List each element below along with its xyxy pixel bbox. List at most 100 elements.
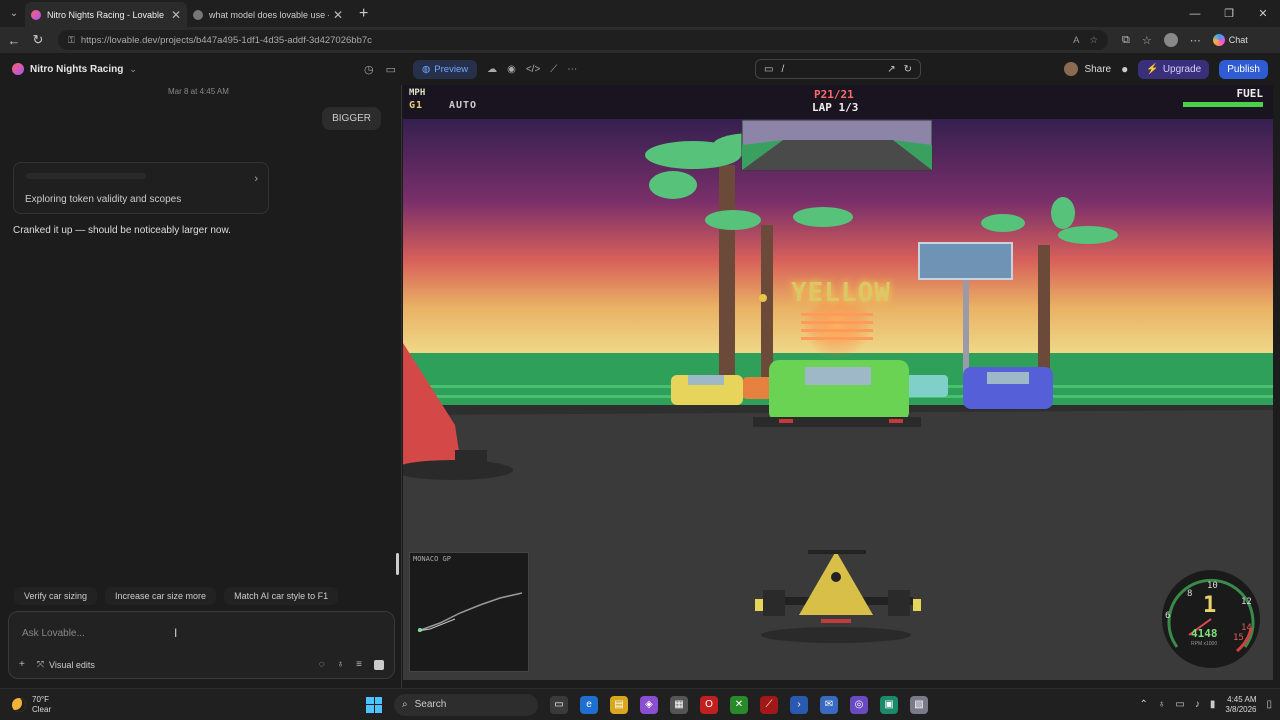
- date: 3/8/2026: [1225, 704, 1257, 714]
- fuel-bar-fill: [1183, 102, 1263, 107]
- billboard: [918, 242, 1013, 280]
- suggestion-chip[interactable]: Match AI car style to F1: [224, 587, 339, 605]
- tray-overflow-icon[interactable]: ⌃: [1139, 699, 1147, 710]
- address-bar[interactable]: ⚿ https://lovable.dev/projects/b447a495-…: [58, 30, 1108, 50]
- project-name: Nitro Nights Racing: [30, 63, 124, 75]
- xbox-icon[interactable]: ✕: [730, 695, 748, 714]
- vector-app-icon[interactable]: ⟋: [760, 695, 778, 714]
- notifications-icon[interactable]: ▯: [1266, 699, 1272, 710]
- speed-label: MPH: [409, 88, 426, 98]
- suggestion-chip[interactable]: Verify car sizing: [14, 587, 98, 605]
- system-tray: ⌃ ♁ ▭ ♪ ▮ 4:45 AM 3/8/2026 ▯: [1139, 695, 1272, 715]
- url-text: https://lovable.dev/projects/b447a495-1d…: [80, 34, 372, 46]
- extensions-icon[interactable]: ⧉: [1122, 34, 1130, 47]
- battery-icon[interactable]: ▮: [1210, 699, 1216, 710]
- weather-widget[interactable]: 70°F Clear: [12, 695, 51, 715]
- upgrade-button[interactable]: ⚡ Upgrade: [1138, 59, 1210, 79]
- device-icon[interactable]: ▭: [764, 64, 773, 75]
- cloud-icon[interactable]: ☁: [487, 64, 497, 75]
- text-cursor-icon: I: [174, 626, 178, 640]
- history-icon[interactable]: ◷: [364, 63, 374, 76]
- refresh-icon[interactable]: ↻: [26, 32, 50, 48]
- app-icon[interactable]: ◎: [850, 695, 868, 714]
- more-menu-icon[interactable]: ⋯: [1190, 34, 1201, 47]
- visual-edits-button[interactable]: ⤧ Visual edits: [37, 659, 95, 670]
- clock[interactable]: 4:45 AM 3/8/2026: [1225, 695, 1256, 715]
- chat-composer[interactable]: Ask Lovable... I + ⤧ Visual edits ◌ ♁ ≡: [8, 611, 395, 679]
- project-selector[interactable]: Nitro Nights Racing ⌄: [12, 63, 137, 75]
- chat-mode-icon[interactable]: ◌: [319, 659, 325, 670]
- stop-button[interactable]: [374, 659, 384, 670]
- track-outline: [417, 592, 523, 632]
- globe-icon: ◍: [422, 63, 431, 75]
- thinking-card[interactable]: › Exploring token validity and scopes: [13, 162, 269, 214]
- copilot-app-icon[interactable]: ◈: [640, 695, 658, 714]
- code-icon[interactable]: </>: [526, 64, 540, 75]
- preview-tab[interactable]: ◍ Preview: [413, 59, 478, 79]
- task-view-icon[interactable]: ▭: [550, 695, 568, 714]
- lightning-icon: ⚡: [1146, 63, 1159, 75]
- app-icon[interactable]: ▣: [880, 695, 898, 714]
- tab-actions-menu-icon[interactable]: ⌄: [3, 4, 25, 24]
- add-attachment-icon[interactable]: +: [19, 659, 25, 670]
- favorites-icon[interactable]: ☆: [1142, 34, 1152, 47]
- gauge-tick-label: 14: [1241, 623, 1252, 633]
- fuel-label: FUEL: [1236, 87, 1264, 100]
- gauge-tick-label: 15: [1233, 633, 1244, 643]
- suggestion-chip[interactable]: Increase car size more: [105, 587, 217, 605]
- fuel-bar: [1183, 102, 1263, 107]
- restore-icon[interactable]: ❐: [1212, 0, 1246, 27]
- edge-browser-icon[interactable]: e: [580, 695, 598, 714]
- minimize-icon[interactable]: —: [1178, 0, 1212, 27]
- start-menu-icon[interactable]: [366, 696, 382, 713]
- powershell-icon[interactable]: ›: [790, 695, 808, 714]
- route-path-box[interactable]: ▭ / ↗ ↻: [755, 59, 921, 79]
- user-avatar: [1064, 62, 1079, 76]
- chevron-right-icon: ›: [254, 173, 258, 185]
- opera-icon[interactable]: O: [700, 695, 718, 714]
- reload-preview-icon[interactable]: ↻: [904, 64, 912, 75]
- close-window-icon[interactable]: ✕: [1246, 0, 1280, 27]
- tab-title: what model does lovable use - Go: [209, 9, 329, 20]
- github-icon[interactable]: ●: [1121, 62, 1128, 76]
- close-tab-icon[interactable]: ✕: [171, 8, 181, 22]
- lovable-favicon-icon: [31, 9, 41, 20]
- close-tab-icon[interactable]: ✕: [333, 8, 343, 22]
- rpm-readout: 4148: [1191, 627, 1218, 640]
- gear-indicator: G1: [409, 100, 424, 111]
- queue-icon[interactable]: ≡: [356, 659, 362, 670]
- analytics-icon[interactable]: ⟋: [550, 64, 557, 75]
- microphone-icon[interactable]: ♁: [1158, 699, 1166, 710]
- tab-google-search[interactable]: what model does lovable use - Go ✕: [187, 2, 349, 27]
- microphone-icon[interactable]: ♁: [337, 659, 345, 670]
- back-icon[interactable]: ←: [2, 33, 26, 48]
- app-icon[interactable]: ▧: [910, 695, 928, 714]
- palette-icon[interactable]: ◉: [507, 64, 516, 75]
- volume-icon[interactable]: ♪: [1195, 699, 1200, 710]
- visual-edits-icon: ⤧: [36, 659, 45, 669]
- share-button[interactable]: Share: [1064, 62, 1111, 76]
- game-preview[interactable]: MPH G1 AUTO P21/21 LAP 1/3 FUEL YELLOW M…: [403, 85, 1273, 680]
- chat-input[interactable]: Ask Lovable...: [22, 628, 85, 639]
- site-info-icon[interactable]: ⚿: [68, 35, 75, 46]
- profile-avatar[interactable]: [1163, 33, 1178, 47]
- file-explorer-icon[interactable]: ▤: [610, 695, 628, 714]
- share-label: Share: [1084, 63, 1112, 75]
- publish-button[interactable]: Publish: [1219, 59, 1268, 79]
- palm-tree: [1038, 245, 1050, 385]
- toggle-sidebar-icon[interactable]: ▭: [386, 63, 396, 76]
- new-tab-icon[interactable]: +: [359, 5, 368, 23]
- open-external-icon[interactable]: ↗: [887, 64, 895, 75]
- copilot-icon: [1212, 34, 1225, 46]
- tab-lovable[interactable]: Nitro Nights Racing - Lovable ✕: [25, 2, 187, 27]
- more-tools-icon[interactable]: ⋯: [567, 64, 577, 75]
- chat-scrollbar[interactable]: [396, 553, 399, 575]
- outlook-icon[interactable]: ✉: [820, 695, 838, 714]
- store-icon[interactable]: ▦: [670, 695, 688, 714]
- display-icon[interactable]: ▭: [1175, 699, 1184, 710]
- taskbar-search[interactable]: ⌕ Search: [394, 693, 538, 716]
- favorite-star-icon[interactable]: ☆: [1089, 35, 1098, 46]
- read-aloud-icon[interactable]: A: [1073, 35, 1079, 46]
- palm-tree: [719, 165, 735, 385]
- copilot-chat-button[interactable]: Chat: [1212, 34, 1248, 46]
